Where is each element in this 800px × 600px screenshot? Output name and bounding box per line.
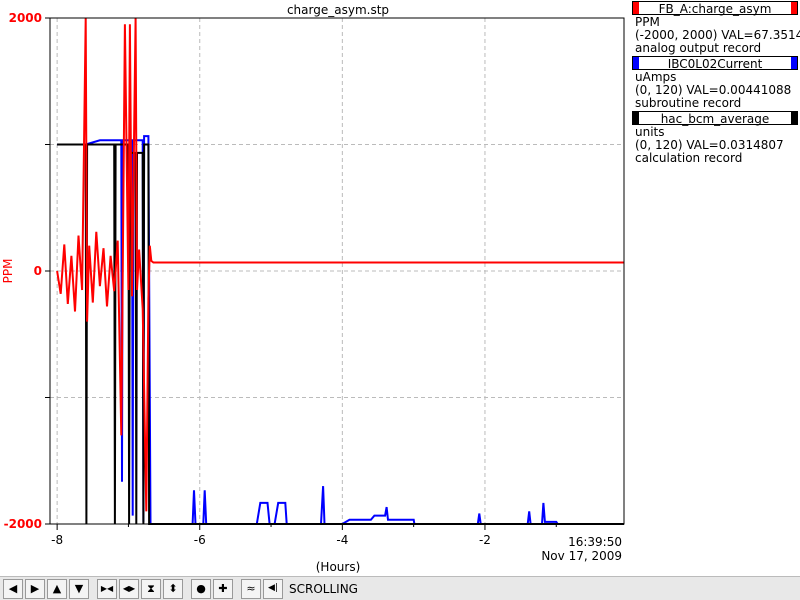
- legend-swatch: [791, 2, 797, 14]
- legend-name: IBC0L02Current: [667, 57, 763, 71]
- zoom-in-y-icon[interactable]: ⧗: [141, 578, 161, 599]
- legend-entry-charge-asym[interactable]: FB_A:charge_asym PPM (-2000, 2000) VAL=6…: [630, 1, 800, 55]
- time-label: 16:39:50: [568, 535, 622, 549]
- zoom-in-x-icon[interactable]: ▶◀: [97, 578, 117, 599]
- strip-chart: charge_asym.stp -8 -6 -4 -2 2000 0 -2000 PPM (…: [1, 3, 625, 574]
- y-tick-label: 2000: [9, 11, 42, 25]
- legend-name: FB_A:charge_asym: [658, 2, 772, 16]
- x-tick-label: -4: [336, 533, 348, 547]
- pan-down-icon[interactable]: ▼: [69, 578, 89, 599]
- x-tick-label: -8: [51, 533, 63, 547]
- legend-swatch: [791, 57, 797, 69]
- legend: FB_A:charge_asym PPM (-2000, 2000) VAL=6…: [630, 0, 800, 165]
- x-tick-label: -2: [479, 533, 491, 547]
- status-label: SCROLLING: [289, 581, 358, 596]
- legend-name-box[interactable]: IBC0L02Current: [632, 56, 798, 71]
- pan-up-icon[interactable]: ▲: [47, 578, 67, 599]
- legend-entry-hac-bcm[interactable]: hac_bcm_average units (0, 120) VAL=0.031…: [630, 111, 800, 165]
- legend-swatch: [633, 112, 639, 124]
- legend-record: calculation record: [635, 151, 743, 165]
- y-tick-label: 0: [34, 264, 42, 278]
- zoom-out-x-icon[interactable]: ◀▶: [119, 578, 139, 599]
- pan-right-icon[interactable]: ▶: [25, 578, 45, 599]
- legend-entry-ibc-current[interactable]: IBC0L02Current uAmps (0, 120) VAL=0.0044…: [630, 56, 800, 110]
- date-label: Nov 17, 2009: [541, 549, 622, 563]
- back-icon[interactable]: ◀|: [263, 578, 283, 599]
- x-axis-label: (Hours): [316, 560, 361, 574]
- y-tick-label: -2000: [4, 517, 42, 531]
- series-line-hac-bcm-average: [57, 143, 624, 525]
- legend-name: hac_bcm_average: [660, 112, 770, 126]
- legend-name-box[interactable]: FB_A:charge_asym: [632, 1, 798, 16]
- legend-swatch: [791, 112, 797, 124]
- toolbar: ◀ ▶ ▲ ▼ ▶◀ ◀▶ ⧗ ⬍ ● ✚ ≈ ◀| SCROLLING: [0, 576, 800, 600]
- legend-record: subroutine record: [635, 96, 742, 110]
- legend-record: analog output record: [635, 41, 762, 55]
- config-icon[interactable]: ≈: [241, 578, 261, 599]
- auto-scale-icon[interactable]: ●: [191, 578, 211, 599]
- x-tick-label: -6: [194, 533, 206, 547]
- y-axis-label: PPM: [1, 259, 15, 284]
- legend-name-box[interactable]: hac_bcm_average: [632, 111, 798, 126]
- add-icon[interactable]: ✚: [213, 578, 233, 599]
- legend-swatch: [633, 2, 639, 14]
- chart-title: charge_asym.stp: [287, 3, 389, 17]
- zoom-out-y-icon[interactable]: ⬍: [163, 578, 183, 599]
- pan-left-icon[interactable]: ◀: [3, 578, 23, 599]
- legend-swatch: [633, 57, 639, 69]
